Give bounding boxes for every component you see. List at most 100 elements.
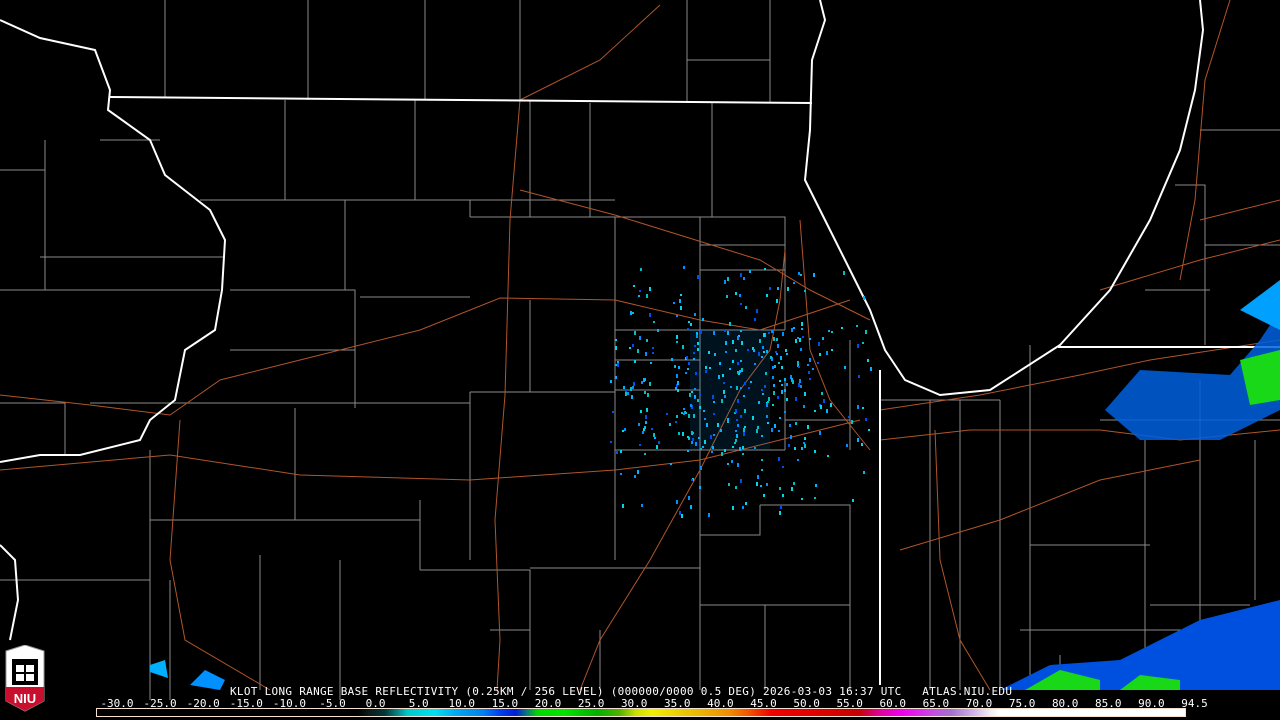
echo-pixel — [638, 423, 640, 426]
echo-pixel — [693, 414, 695, 418]
echo-pixel — [761, 459, 763, 461]
echo-pixel — [744, 426, 746, 428]
echo-pixel — [772, 404, 774, 406]
echo-pixel — [717, 423, 719, 427]
echo-pixel — [779, 511, 781, 515]
echo-pixel — [615, 346, 617, 350]
echo-pixel — [795, 422, 797, 425]
echo-pixel — [676, 500, 678, 504]
radar-map[interactable] — [0, 0, 1280, 720]
echo-pixel — [729, 322, 731, 326]
echo-pixel — [809, 358, 811, 362]
echo-pixel — [692, 438, 694, 441]
echo-pixel — [778, 362, 780, 364]
echo-pixel — [720, 429, 722, 432]
echo-pixel — [743, 432, 745, 436]
echo-pixel — [652, 347, 654, 349]
echo-pixel — [644, 453, 646, 455]
echo-pixel — [785, 349, 787, 352]
echo-pixel — [843, 271, 845, 275]
echo-pixel — [638, 295, 640, 297]
echo-pixel — [814, 410, 816, 412]
echo-pixel — [696, 332, 698, 335]
echo-pixel — [642, 431, 644, 434]
echo-pixel — [759, 339, 761, 343]
echo-pixel — [694, 388, 696, 390]
echo-pixel — [670, 463, 672, 465]
echo-pixel — [702, 446, 704, 448]
echo-pixel — [646, 294, 648, 298]
echo-pixel — [819, 431, 821, 435]
echo-pixel — [760, 485, 762, 487]
echo-pixel — [632, 386, 634, 389]
echo-pixel — [702, 318, 704, 321]
echo-pixel — [639, 444, 641, 446]
echo-pixel — [713, 331, 715, 335]
echo-pixel — [653, 433, 655, 437]
echo-pixel — [711, 451, 713, 453]
echo-pixel — [735, 349, 737, 352]
niu-logo: NIU — [3, 644, 47, 717]
echo-pixel — [683, 413, 685, 415]
echo-pixel — [697, 275, 699, 279]
echo-pixel — [712, 395, 714, 399]
echo-pixel — [797, 337, 799, 339]
echo-pixel — [803, 442, 805, 444]
echo-pixel — [646, 408, 648, 411]
echo-pixel — [736, 434, 738, 438]
echo-pixel — [741, 341, 743, 345]
echo-pixel — [826, 351, 828, 355]
echo-pixel — [679, 511, 681, 515]
echo-pixel — [676, 315, 678, 317]
echo-pixel — [749, 270, 751, 273]
echo-pixel — [801, 447, 803, 450]
echo-pixel — [658, 441, 660, 444]
echo-pixel — [736, 419, 738, 421]
echo-pixel — [778, 457, 780, 461]
echo-pixel — [649, 313, 651, 317]
echo-pixel — [769, 287, 771, 290]
echo-pixel — [669, 423, 671, 426]
echo-pixel — [729, 368, 731, 370]
echo-pixel — [820, 405, 822, 409]
echo-pixel — [704, 440, 706, 444]
echo-pixel — [690, 323, 692, 326]
echo-pixel — [617, 363, 619, 367]
echo-pixel — [637, 470, 639, 474]
county-lines — [0, 0, 1280, 700]
echo-pixel — [694, 395, 696, 398]
echo-pixel — [778, 430, 780, 432]
echo-pixel — [699, 406, 701, 409]
echo-pixel — [844, 366, 846, 369]
echo-pixel — [676, 374, 678, 378]
echo-pixel — [737, 371, 739, 374]
echo-pixel — [779, 417, 781, 419]
echo-pixel — [623, 386, 625, 389]
echo-pixel — [817, 362, 819, 364]
echo-pixel — [781, 366, 783, 369]
echo-pixel — [830, 403, 832, 407]
echo-pixel — [650, 362, 652, 364]
echo-pixel — [687, 328, 689, 330]
echo-pixel — [713, 434, 715, 436]
echo-pixel — [852, 499, 854, 502]
echo-pixel — [776, 338, 778, 341]
echo-pixel — [730, 386, 732, 388]
echo-pixel — [801, 498, 803, 500]
echo-pixel — [653, 321, 655, 323]
echo-pixel — [634, 475, 636, 478]
echo-pixel — [753, 349, 755, 352]
echo-pixel — [763, 351, 765, 353]
echo-pixel — [754, 447, 756, 449]
echo-pixel — [804, 392, 806, 396]
echo-pixel — [633, 285, 635, 287]
echo-pixel — [737, 362, 739, 365]
echo-pixel — [862, 407, 864, 409]
echo-pixel — [615, 339, 617, 341]
echo-pixel — [822, 337, 824, 340]
echo-pixel — [773, 337, 775, 341]
echo-pixel — [721, 452, 723, 456]
echo-pixel — [633, 382, 635, 386]
echo-pixel — [801, 328, 803, 330]
echo-pixel — [804, 290, 806, 292]
